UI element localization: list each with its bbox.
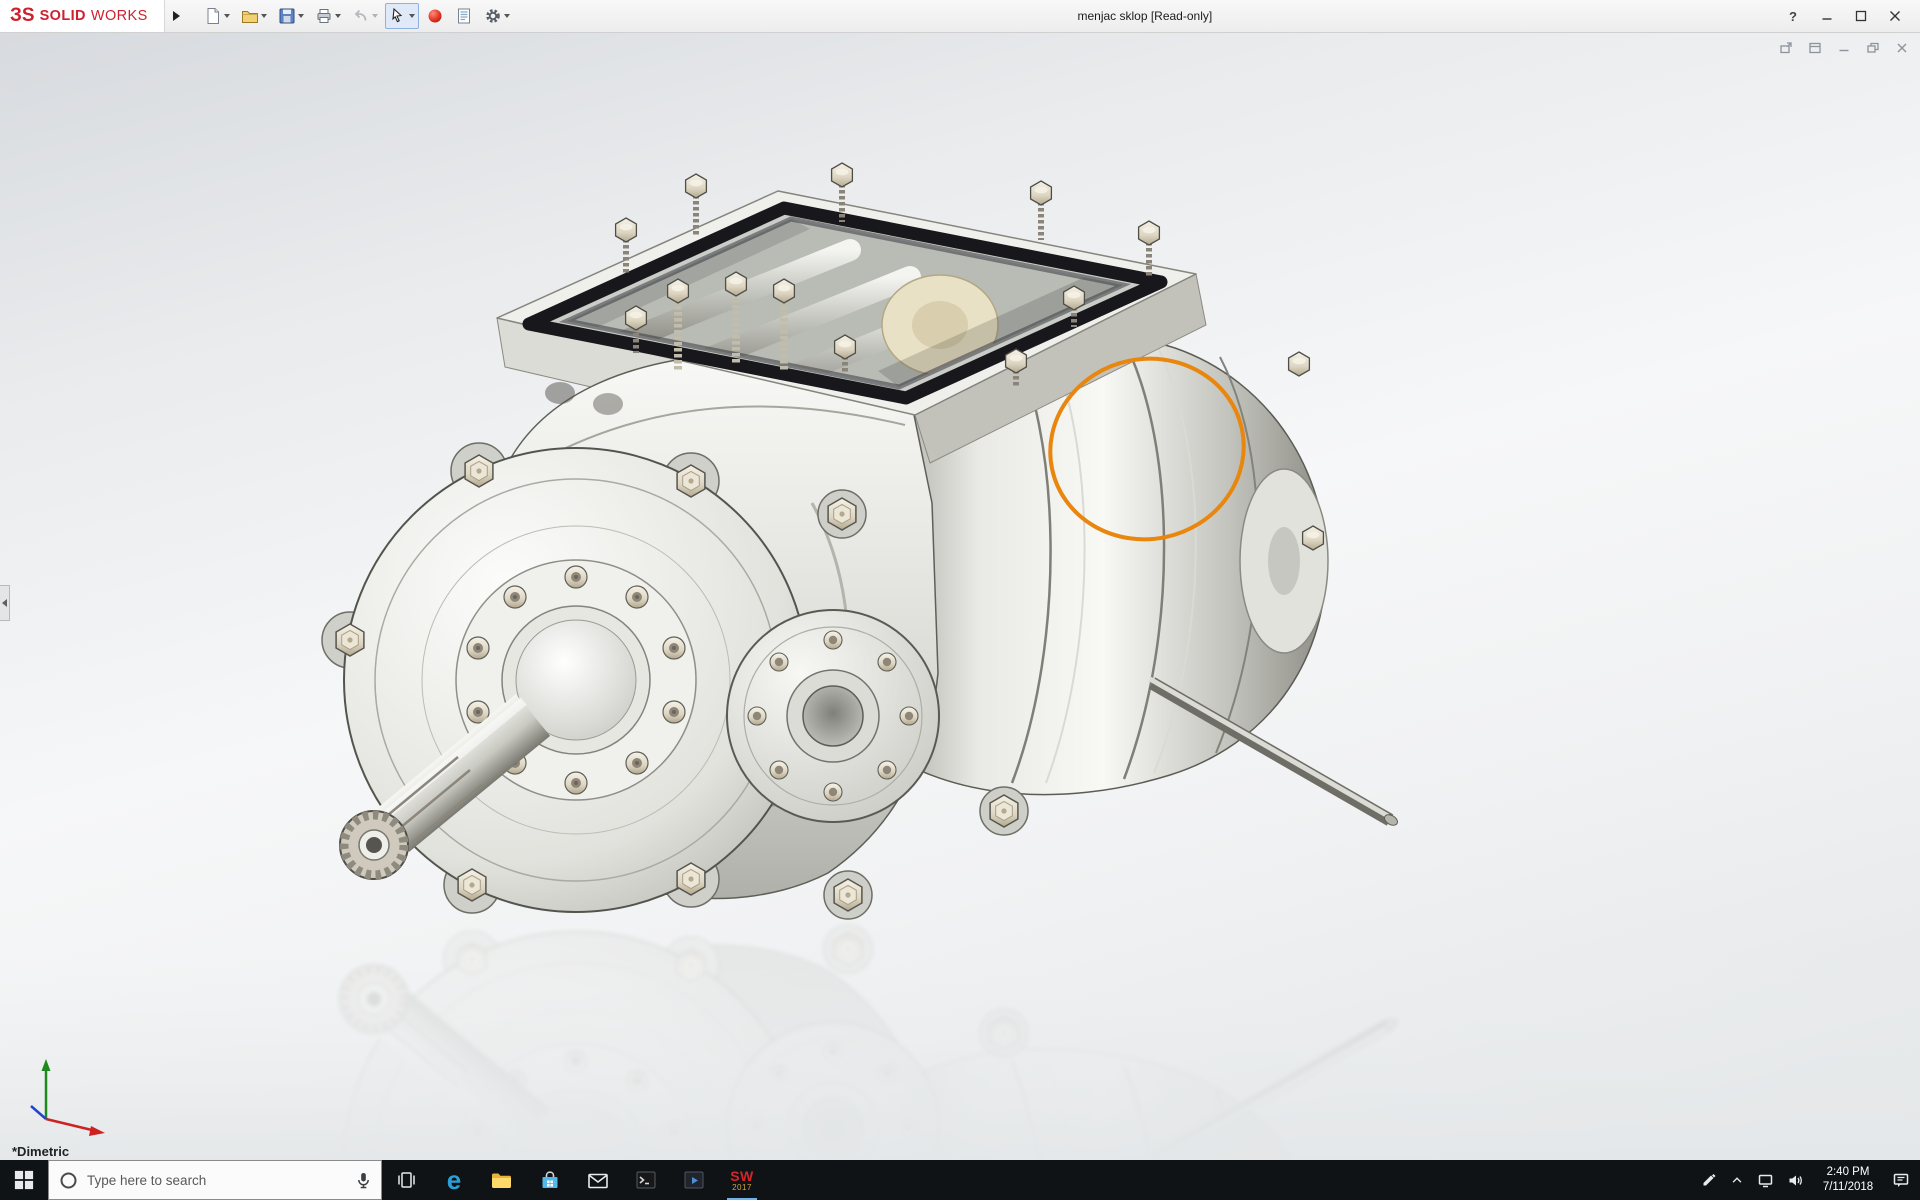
undo-arrow-icon xyxy=(352,7,370,25)
network-icon xyxy=(1757,1172,1774,1189)
dropdown-caret-icon xyxy=(409,14,415,18)
flyout-triangle-icon xyxy=(173,11,180,21)
feature-tree-collapse-tab[interactable] xyxy=(0,585,10,621)
save-button[interactable] xyxy=(274,3,308,29)
close-button[interactable] xyxy=(1878,0,1912,33)
document-title: menjac sklop [Read-only] xyxy=(1077,9,1212,23)
help-button[interactable]: ? xyxy=(1776,0,1810,33)
print-icon xyxy=(315,7,333,25)
terminal-icon xyxy=(634,1168,658,1192)
menu-flyout-arrow[interactable] xyxy=(164,0,188,33)
brand-solid: SOLID xyxy=(40,8,86,24)
model-canvas[interactable] xyxy=(0,33,1920,1160)
store-app-icon[interactable] xyxy=(526,1160,574,1200)
solidworks-badge: SW 2017 xyxy=(730,1169,754,1192)
dropdown-caret-icon xyxy=(261,14,267,18)
microphone-icon[interactable] xyxy=(356,1171,371,1190)
volume-button[interactable] xyxy=(1787,1172,1804,1189)
clock-time: 2:40 PM xyxy=(1817,1165,1879,1180)
brand-works: WORKS xyxy=(91,8,148,24)
maximize-button[interactable] xyxy=(1844,0,1878,33)
taskbar: Type here to search e SW 2017 xyxy=(0,1160,1920,1200)
clock-date: 7/11/2018 xyxy=(1817,1180,1879,1195)
collapse-arrow-icon xyxy=(2,599,7,607)
file-explorer-app-icon[interactable] xyxy=(478,1160,526,1200)
edge-app-icon[interactable]: e xyxy=(430,1160,478,1200)
chevron-up-icon xyxy=(1730,1173,1744,1187)
taskbar-clock[interactable]: 2:40 PM 7/11/2018 xyxy=(1817,1165,1879,1195)
solidworks-logo: ЗS SOLID WORKS xyxy=(0,0,164,32)
select-tool-button[interactable] xyxy=(385,3,419,29)
action-center-icon xyxy=(1892,1171,1910,1189)
gearbox-model[interactable] xyxy=(322,163,1399,919)
dropdown-caret-icon xyxy=(372,14,378,18)
dropdown-caret-icon xyxy=(335,14,341,18)
close-icon xyxy=(1895,41,1909,55)
restore-icon xyxy=(1866,41,1880,55)
options-button[interactable] xyxy=(480,3,514,29)
new-document-icon xyxy=(204,7,222,25)
undo-button[interactable] xyxy=(348,3,382,29)
popout-icon xyxy=(1779,41,1793,55)
hidden-icons-button[interactable] xyxy=(1730,1173,1744,1187)
pane-layout-button[interactable] xyxy=(1807,40,1823,56)
minimize-button[interactable] xyxy=(1810,0,1844,33)
open-folder-icon xyxy=(241,7,259,25)
windows-logo-icon xyxy=(14,1170,34,1190)
document-properties-button[interactable] xyxy=(451,3,477,29)
windows-ink-button[interactable] xyxy=(1700,1172,1717,1189)
window-pane-icon xyxy=(1808,41,1822,55)
minimize-icon xyxy=(1837,41,1851,55)
task-view-button[interactable] xyxy=(382,1160,430,1200)
red-sphere-icon xyxy=(426,7,444,25)
appearance-sphere-button[interactable] xyxy=(422,3,448,29)
minimize-icon xyxy=(1821,10,1833,22)
secondary-flange[interactable] xyxy=(727,610,939,822)
dropdown-caret-icon xyxy=(504,14,510,18)
quick-access-toolbar xyxy=(188,3,514,29)
open-document-button[interactable] xyxy=(237,3,271,29)
doc-restore-button[interactable] xyxy=(1865,40,1881,56)
close-icon xyxy=(1889,10,1901,22)
taskbar-search-input[interactable]: Type here to search xyxy=(48,1160,382,1200)
network-button[interactable] xyxy=(1757,1172,1774,1189)
graphics-area[interactable]: *Dimetric xyxy=(0,33,1920,1160)
system-tray: 2:40 PM 7/11/2018 xyxy=(1700,1160,1920,1200)
print-button[interactable] xyxy=(311,3,345,29)
terminal-app-icon[interactable] xyxy=(622,1160,670,1200)
pen-icon xyxy=(1700,1172,1717,1189)
doc-minimize-button[interactable] xyxy=(1836,40,1852,56)
save-floppy-icon xyxy=(278,7,296,25)
store-bag-icon xyxy=(538,1169,562,1192)
window-controls: ? xyxy=(1776,0,1920,33)
doc-close-button[interactable] xyxy=(1894,40,1910,56)
maximize-icon xyxy=(1855,10,1867,22)
search-placeholder-text: Type here to search xyxy=(87,1173,347,1188)
speaker-icon xyxy=(1787,1172,1804,1189)
document-window-controls xyxy=(1778,40,1910,56)
select-cursor-icon xyxy=(389,7,407,25)
sw-logo-text: SW xyxy=(730,1169,754,1183)
document-lines-icon xyxy=(455,7,473,25)
sw-year-text: 2017 xyxy=(732,1184,752,1192)
ds-logo-mark: ЗS xyxy=(10,5,35,27)
envelope-icon xyxy=(586,1169,610,1191)
popout-pane-button[interactable] xyxy=(1778,40,1794,56)
media-app-icon[interactable] xyxy=(670,1160,718,1200)
start-button[interactable] xyxy=(0,1160,48,1200)
task-view-icon xyxy=(395,1169,417,1191)
titlebar: ЗS SOLID WORKS xyxy=(0,0,1920,33)
solidworks-app-icon[interactable]: SW 2017 xyxy=(718,1160,766,1200)
dropdown-caret-icon xyxy=(298,14,304,18)
new-document-button[interactable] xyxy=(200,3,234,29)
mail-app-icon[interactable] xyxy=(574,1160,622,1200)
settings-gear-icon xyxy=(484,7,502,25)
dropdown-caret-icon xyxy=(224,14,230,18)
folder-icon xyxy=(490,1169,514,1191)
edge-e-glyph: e xyxy=(447,1167,461,1193)
view-orientation-label: *Dimetric xyxy=(12,1144,69,1159)
cortana-ring-icon xyxy=(59,1171,78,1190)
action-center-button[interactable] xyxy=(1892,1171,1910,1189)
media-player-icon xyxy=(682,1168,706,1192)
